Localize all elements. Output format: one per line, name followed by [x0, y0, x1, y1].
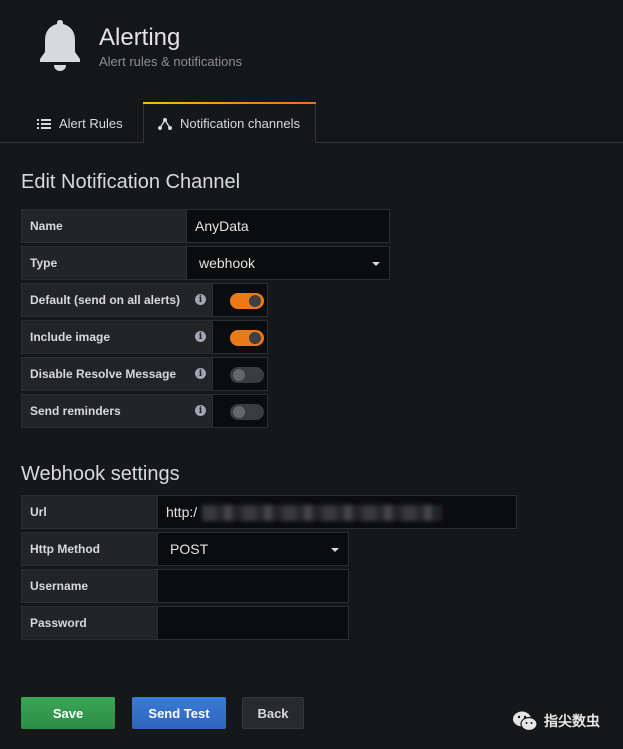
tab-alert-rules[interactable]: Alert Rules — [23, 104, 137, 143]
toggle-knob — [233, 369, 245, 381]
info-icon[interactable]: i — [195, 331, 206, 342]
page-subtitle: Alert rules & notifications — [99, 54, 243, 69]
tab-label: Notification channels — [180, 116, 300, 131]
password-input[interactable] — [157, 606, 349, 640]
include-image-toggle[interactable] — [230, 330, 264, 346]
toggle-knob — [249, 332, 261, 344]
url-label: Url — [21, 495, 158, 529]
list-icon — [37, 118, 51, 129]
tab-label: Alert Rules — [59, 116, 123, 131]
default-label: Default (send on all alerts) — [21, 283, 213, 317]
send-reminders-toggle[interactable] — [230, 404, 264, 420]
type-select-value: webhook — [199, 255, 256, 271]
chevron-down-icon — [331, 548, 339, 552]
username-label: Username — [21, 569, 158, 603]
page-header: Alerting Alert rules & notifications Ale… — [0, 0, 623, 143]
disable-resolve-toggle-cell — [212, 357, 268, 391]
default-toggle[interactable] — [230, 293, 264, 309]
send-test-button[interactable]: Send Test — [132, 697, 226, 729]
disable-resolve-label: Disable Resolve Message — [21, 357, 213, 391]
name-input[interactable]: AnyData — [186, 209, 390, 243]
chevron-down-icon — [372, 262, 380, 266]
password-label: Password — [21, 606, 158, 640]
save-button[interactable]: Save — [21, 697, 115, 729]
channel-icon — [158, 117, 172, 130]
http-method-label: Http Method — [21, 532, 158, 566]
send-reminders-label: Send reminders — [21, 394, 213, 428]
type-select[interactable]: webhook — [186, 246, 390, 280]
disable-resolve-toggle[interactable] — [230, 367, 264, 383]
tab-notification-channels[interactable]: Notification channels — [143, 102, 316, 143]
http-method-value: POST — [170, 541, 209, 557]
info-icon[interactable]: i — [195, 405, 206, 416]
send-reminders-toggle-cell — [212, 394, 268, 428]
wechat-icon — [513, 711, 538, 732]
watermark: 指尖数虫 — [512, 710, 600, 732]
http-method-select[interactable]: POST — [157, 532, 349, 566]
url-value: http:/ — [166, 504, 198, 520]
bell-icon — [40, 20, 80, 71]
page-title: Alerting — [99, 24, 181, 51]
webhook-settings-heading: Webhook settings — [21, 463, 180, 485]
edit-channel-heading: Edit Notification Channel — [21, 171, 241, 193]
type-label: Type — [21, 246, 187, 280]
watermark-text: 指尖数虫 — [544, 713, 600, 729]
toggle-knob — [233, 406, 245, 418]
info-icon[interactable]: i — [195, 368, 206, 379]
name-label: Name — [21, 209, 187, 243]
default-toggle-cell — [212, 283, 268, 317]
include-image-toggle-cell — [212, 320, 268, 354]
back-button[interactable]: Back — [242, 697, 304, 729]
include-image-label: Include image — [21, 320, 213, 354]
username-input[interactable] — [157, 569, 349, 603]
redacted-url-blur — [202, 505, 442, 521]
info-icon[interactable]: i — [195, 294, 206, 305]
toggle-knob — [249, 295, 261, 307]
url-input[interactable]: http:/ — [157, 495, 517, 529]
